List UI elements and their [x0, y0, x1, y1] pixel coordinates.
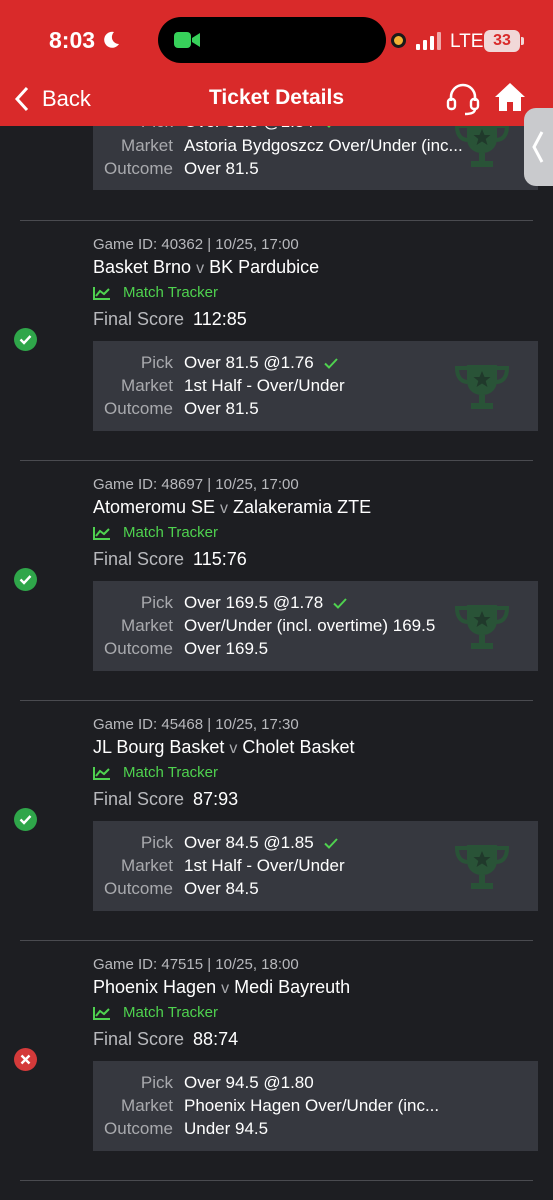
network-type: LTE	[450, 31, 484, 52]
outcome-value: Under 94.5	[184, 1119, 269, 1138]
chart-line-icon	[93, 766, 110, 780]
trophy-icon	[454, 845, 510, 889]
match-teams: JL Bourg Basket v Cholet Basket	[93, 737, 355, 757]
side-drawer-tab[interactable]	[524, 108, 553, 186]
market-label: Market	[121, 1096, 173, 1115]
outcome-label: Outcome	[104, 879, 173, 898]
outcome-value: Over 169.5	[184, 639, 269, 658]
divider	[20, 220, 533, 221]
ticket-content: Pick Over 81.5 @1.84 Market Astoria Bydg…	[0, 0, 553, 1200]
game-id: Game ID: 40362 | 10/25, 17:00	[93, 236, 299, 253]
pick-label: Pick	[140, 833, 173, 852]
dynamic-island	[158, 17, 386, 63]
home-team: Basket Brno	[93, 257, 192, 277]
home-icon[interactable]	[493, 80, 527, 114]
pick-label: Pick	[140, 1073, 173, 1092]
market-value: Phoenix Hagen Over/Under (inc...	[184, 1096, 440, 1115]
trophy-icon	[454, 605, 510, 649]
won-status-icon	[14, 568, 37, 591]
market-value: 1st Half - Over/Under	[184, 376, 345, 395]
away-team: Cholet Basket	[242, 737, 355, 757]
market-label: Market	[121, 856, 173, 875]
match-teams: Basket Brno v BK Pardubice	[93, 257, 320, 277]
divider	[20, 460, 533, 461]
market-label: Market	[121, 376, 173, 395]
final-score: Final Score 88:74	[93, 1029, 239, 1049]
market-label: Market	[121, 616, 173, 635]
moon-icon	[104, 31, 119, 48]
market-label: Market	[121, 136, 173, 155]
outcome-label: Outcome	[104, 639, 173, 658]
trophy-icon	[454, 123, 510, 167]
pick-box-4: Pick Over 94.5 @1.80 Market Phoenix Hage…	[93, 1061, 538, 1151]
match-teams: Phoenix Hagen v Medi Bayreuth	[93, 977, 351, 997]
match-tracker-link[interactable]: Match Tracker	[93, 524, 218, 541]
chart-line-icon	[93, 526, 110, 540]
outcome-label: Outcome	[104, 159, 173, 178]
nav-bar: Back Ticket Details	[0, 74, 553, 124]
game-id: Game ID: 48697 | 10/25, 17:00	[93, 476, 299, 493]
recording-indicator-icon	[391, 33, 406, 48]
market-value: Astoria Bydgoszcz Over/Under (inc...	[184, 136, 463, 155]
chart-line-icon	[93, 1006, 110, 1020]
match-tracker-link[interactable]: Match Tracker	[93, 764, 218, 781]
check-icon	[333, 598, 347, 609]
outcome-value: Over 84.5	[184, 879, 259, 898]
final-score: Final Score 115:76	[93, 549, 247, 569]
final-score: Final Score 87:93	[93, 789, 239, 809]
pick-box-2: Pick Over 169.5 @1.78 Market Over/Under …	[93, 581, 538, 671]
market-value: 1st Half - Over/Under	[184, 856, 345, 875]
trophy-icon	[454, 365, 510, 409]
check-icon	[324, 838, 338, 849]
battery-tip	[521, 37, 524, 45]
home-team: JL Bourg Basket	[93, 737, 225, 757]
pick-box-1: Pick Over 81.5 @1.76 Market 1st Half - O…	[93, 341, 538, 431]
lost-status-icon	[14, 1048, 37, 1071]
pick-value: Over 81.5 @1.76	[184, 353, 338, 373]
game-id: Game ID: 47515 | 10/25, 18:00	[93, 956, 299, 973]
divider	[20, 1180, 533, 1181]
away-team: BK Pardubice	[209, 257, 320, 277]
away-team: Zalakeramia ZTE	[233, 497, 372, 517]
won-status-icon	[14, 328, 37, 351]
pick-label: Pick	[140, 593, 173, 612]
divider	[20, 700, 533, 701]
game-id: Game ID: 45468 | 10/25, 17:30	[93, 716, 299, 733]
home-team: Atomeromu SE	[93, 497, 216, 517]
video-camera-icon	[174, 32, 200, 48]
final-score: Final Score 112:85	[93, 309, 247, 329]
divider	[20, 940, 533, 941]
pick-value: Over 94.5 @1.80	[184, 1073, 314, 1092]
match-tracker-link[interactable]: Match Tracker	[93, 1004, 218, 1021]
pick-box-3: Pick Over 84.5 @1.85 Market 1st Half - O…	[93, 821, 538, 911]
outcome-value: Over 81.5	[184, 399, 259, 418]
match-tracker-link[interactable]: Match Tracker	[93, 284, 218, 301]
outcome-label: Outcome	[104, 1119, 173, 1138]
match-teams: Atomeromu SE v Zalakeramia ZTE	[93, 497, 372, 517]
check-icon	[324, 358, 338, 369]
market-value: Over/Under (incl. overtime) 169.5	[184, 616, 436, 635]
battery-icon: 33	[484, 30, 520, 52]
clock: 8:03	[49, 27, 96, 53]
pick-label: Pick	[140, 353, 173, 372]
pick-value: Over 169.5 @1.78	[184, 593, 347, 613]
cellular-signal-icon	[416, 32, 441, 50]
chevron-left-icon	[532, 131, 544, 163]
chart-line-icon	[93, 286, 110, 300]
outcome-value: Over 81.5	[184, 159, 259, 178]
headset-support-icon[interactable]	[445, 81, 481, 117]
outcome-label: Outcome	[104, 399, 173, 418]
away-team: Medi Bayreuth	[234, 977, 351, 997]
home-team: Phoenix Hagen	[93, 977, 217, 997]
pick-value: Over 84.5 @1.85	[184, 833, 338, 853]
won-status-icon	[14, 808, 37, 831]
app-header: 8:03 LTE 33 Back Ticket Details	[0, 0, 553, 126]
status-bar: 8:03 LTE 33	[0, 0, 553, 80]
